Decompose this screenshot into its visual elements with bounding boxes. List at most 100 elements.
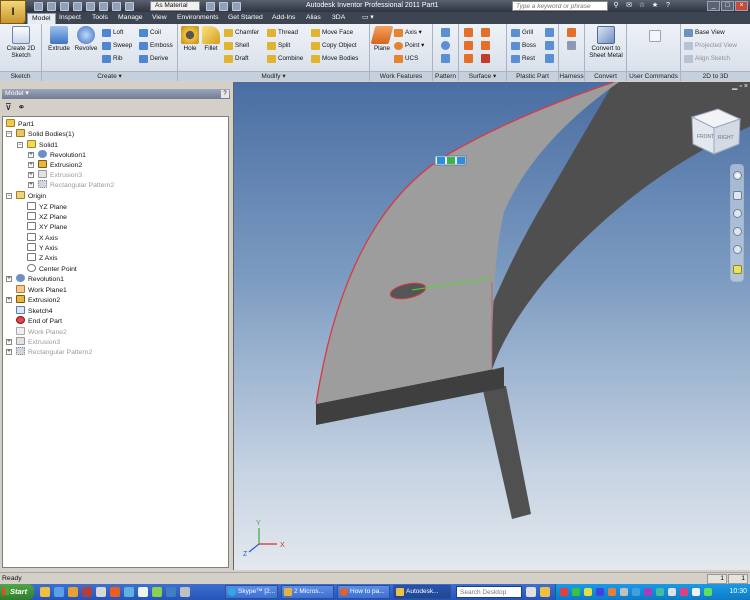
quicklaunch-notepad-icon[interactable]	[138, 587, 148, 597]
new-icon[interactable]	[34, 1, 43, 11]
axis-button[interactable]: Axis ▾	[394, 28, 422, 38]
grill-button[interactable]: Grill	[511, 28, 533, 38]
tree-node-y-axis[interactable]: Y Axis	[27, 243, 58, 253]
tray-icon-6[interactable]	[620, 588, 628, 596]
tray-icon-1[interactable]	[560, 588, 568, 596]
zoom-icon[interactable]	[733, 209, 742, 218]
tray-icon-2[interactable]	[572, 588, 580, 596]
mini-toolbar-ok-icon[interactable]	[447, 157, 455, 164]
tree-node-work-plane1[interactable]: Work Plane1	[16, 285, 67, 295]
user-command-icon[interactable]	[649, 30, 661, 42]
tab-add-ins[interactable]: Add-Ins	[268, 13, 299, 24]
trim-icon[interactable]	[481, 41, 490, 50]
thicken-icon[interactable]	[481, 28, 490, 37]
taskbar-item-microsoft[interactable]: 2 Micros...	[281, 585, 334, 599]
align-sketch-button[interactable]: Align Sketch	[684, 54, 730, 64]
taskbar-item-autodesk[interactable]: Autodesk...	[393, 585, 451, 599]
draft-button[interactable]: Draft	[224, 54, 249, 64]
tree-node-center-point[interactable]: Center Point	[27, 264, 77, 274]
tab-view[interactable]: View	[148, 13, 171, 24]
tree-node-revolution1[interactable]: + Revolution1	[28, 150, 86, 160]
viewport-minimize-icon[interactable]: ▁	[732, 83, 737, 91]
quicklaunch-folder-icon[interactable]	[68, 587, 78, 597]
mini-toolbar-forward-icon[interactable]	[457, 157, 465, 164]
chamfer-button[interactable]: Chamfer	[224, 28, 259, 38]
quicklaunch-word-icon[interactable]	[166, 587, 176, 597]
taskbar-item-how-to[interactable]: How to pa...	[337, 585, 390, 599]
stitch-icon[interactable]	[464, 28, 473, 37]
tree-node-yz-plane[interactable]: YZ Plane	[27, 202, 67, 212]
plane-button[interactable]: Plane	[370, 26, 394, 52]
binoculars-icon[interactable]: ⚲	[612, 1, 620, 10]
ucs-button[interactable]: UCS	[394, 54, 418, 64]
tree-node-extrusion3[interactable]: + Extrusion3	[28, 170, 82, 180]
tree-node-end-of-part[interactable]: End of Part	[16, 316, 62, 326]
undo-icon[interactable]	[73, 1, 82, 11]
emboss-button[interactable]: Emboss	[139, 41, 173, 51]
return-icon[interactable]	[125, 1, 134, 11]
expand-toggle-icon[interactable]: +	[6, 297, 12, 303]
maximize-button[interactable]: □	[721, 1, 734, 11]
patch-icon[interactable]	[464, 54, 473, 63]
rest-button[interactable]: Rest	[511, 54, 535, 64]
quicklaunch-misc-icon[interactable]	[180, 587, 190, 597]
collapse-toggle-icon[interactable]: −	[6, 131, 12, 137]
collapse-toggle-icon[interactable]: −	[17, 142, 23, 148]
expand-toggle-icon[interactable]: +	[6, 339, 12, 345]
help-search-input[interactable]: Type a keyword or phrase	[512, 1, 608, 11]
orbit-icon[interactable]	[733, 227, 742, 236]
appearance-icon[interactable]	[206, 1, 215, 11]
create-2d-sketch-button[interactable]: Create 2D Sketch	[4, 26, 38, 59]
sweep-button[interactable]: Sweep	[102, 41, 132, 51]
update-icon[interactable]	[112, 1, 121, 11]
move-bodies-button[interactable]: Move Bodies	[311, 54, 358, 64]
boss-button[interactable]: Boss	[511, 41, 536, 51]
expand-toggle-icon[interactable]: +	[28, 162, 34, 168]
expand-toggle-icon[interactable]: +	[28, 152, 34, 158]
pan-icon[interactable]	[733, 191, 742, 200]
open-icon[interactable]	[47, 1, 56, 11]
search-go-icon[interactable]	[526, 587, 536, 597]
tray-icon-9[interactable]	[656, 588, 664, 596]
viewport-close-icon[interactable]: ×	[744, 83, 748, 91]
extrude-button[interactable]: Extrude	[46, 26, 72, 52]
tab-alias[interactable]: Alias	[302, 13, 325, 24]
star-icon[interactable]: ★	[651, 1, 659, 10]
tree-node-extrusion2-history[interactable]: + Extrusion2	[6, 295, 60, 305]
desktop-search-input[interactable]: Search Desktop	[456, 586, 522, 598]
communication-icon[interactable]: ☆	[638, 1, 646, 10]
expand-toggle-icon[interactable]: +	[6, 349, 12, 355]
tray-icon-7[interactable]	[632, 588, 640, 596]
harness-icon[interactable]	[567, 28, 576, 37]
move-face-button[interactable]: Move Face	[311, 28, 353, 38]
volume-icon[interactable]	[692, 588, 700, 596]
redo-icon[interactable]	[86, 1, 95, 11]
tree-node-origin[interactable]: − Origin	[6, 191, 46, 201]
quicklaunch-explorer-icon[interactable]	[40, 587, 50, 597]
graphics-viewport[interactable]: FRONT RIGHT Y X Z ▁ ▫ ×	[233, 82, 750, 570]
tree-node-part1[interactable]: Part1	[6, 119, 34, 129]
steering-wheel-icon[interactable]	[733, 171, 742, 180]
split-button[interactable]: Split	[267, 41, 290, 51]
quicklaunch-firefox-icon[interactable]	[110, 587, 120, 597]
tray-arrow-icon[interactable]	[540, 587, 550, 597]
tray-icon-10[interactable]	[668, 588, 676, 596]
loft-button[interactable]: Loft	[102, 28, 124, 38]
tree-node-xy-plane[interactable]: XY Plane	[27, 222, 67, 232]
tab-3da[interactable]: 3DA	[328, 13, 349, 24]
browser-help-button[interactable]: ?	[221, 90, 229, 98]
delete-face-icon[interactable]	[481, 54, 490, 63]
copy-object-button[interactable]: Copy Object	[311, 41, 357, 51]
browser-header[interactable]: Model ▾ ?	[2, 89, 230, 99]
tree-node-x-axis[interactable]: X Axis	[27, 233, 58, 243]
tree-node-solid1[interactable]: − Solid1	[17, 140, 58, 150]
tree-node-z-axis[interactable]: Z Axis	[27, 253, 58, 263]
revolve-button[interactable]: Revolve	[72, 26, 100, 52]
tab-model[interactable]: Model	[27, 13, 56, 24]
mirror-icon[interactable]	[441, 54, 450, 63]
tray-icon-5[interactable]	[608, 588, 616, 596]
tree-node-work-plane2[interactable]: Work Plane2	[16, 327, 67, 337]
quicklaunch-ie-icon[interactable]	[54, 587, 64, 597]
thread-button[interactable]: Thread	[267, 28, 298, 38]
viewcube[interactable]: FRONT RIGHT	[690, 108, 742, 155]
